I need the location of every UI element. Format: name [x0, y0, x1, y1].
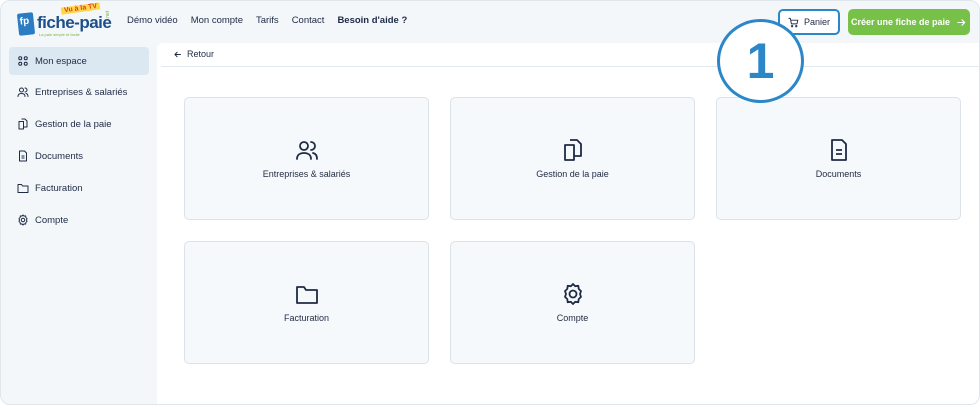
back-link[interactable]: Retour	[173, 49, 214, 59]
sidebar-item-documents[interactable]: Documents	[9, 142, 149, 170]
logo-tagline: La paie simple et facile	[39, 32, 80, 37]
logo[interactable]: fp fiche-paie Vu à la TV .net La paie si…	[16, 2, 112, 39]
nav-contact[interactable]: Contact	[292, 15, 325, 26]
sidebar-item-mon-espace[interactable]: Mon espace	[9, 47, 149, 75]
sidebar-item-label: Facturation	[35, 182, 83, 194]
back-label: Retour	[187, 49, 215, 59]
create-payslip-button[interactable]: Créer une fiche de paie	[848, 9, 970, 35]
card-label: Entreprises & salariés	[262, 169, 351, 179]
card-label: Facturation	[283, 313, 330, 323]
create-payslip-label: Créer une fiche de paie	[850, 17, 951, 27]
card-compte[interactable]: Compte	[450, 241, 695, 364]
documents-icon	[18, 118, 28, 130]
file-icon	[19, 150, 27, 162]
logo-suffix: .net	[105, 10, 112, 20]
sidebar-item-label: Compte	[35, 214, 69, 226]
sidebar-item-label: Documents	[35, 150, 84, 162]
gear-icon	[18, 214, 28, 226]
card-documents[interactable]: Documents	[716, 97, 961, 220]
sidebar-item-facturation[interactable]: Facturation	[9, 174, 149, 202]
sidebar-item-label: Entreprises & salariés	[35, 86, 128, 98]
sidebar-item-compte[interactable]: Compte	[9, 206, 149, 234]
card-label: Documents	[815, 169, 862, 179]
card-gestion-paie[interactable]: Gestion de la paie	[450, 97, 695, 220]
nav-tarifs[interactable]: Tarifs	[256, 15, 279, 26]
card-label: Compte	[556, 313, 589, 323]
arrow-right-icon	[957, 18, 966, 26]
cart-icon	[788, 17, 799, 27]
sidebar: Mon espace Entreprises & salariés Gestio…	[1, 43, 157, 404]
step-callout: 1	[717, 19, 804, 103]
sidebar-item-label: Mon espace	[35, 55, 87, 67]
documents-icon	[563, 139, 582, 161]
header-divider	[161, 66, 979, 67]
card-facturation[interactable]: Facturation	[184, 241, 429, 364]
logo-mark: fp	[16, 12, 36, 36]
card-entreprises[interactable]: Entreprises & salariés	[184, 97, 429, 220]
users-icon	[17, 87, 29, 97]
app-frame: fp fiche-paie Vu à la TV .net La paie si…	[0, 0, 980, 405]
folder-icon	[295, 286, 318, 304]
sidebar-item-entreprises[interactable]: Entreprises & salariés	[9, 78, 149, 106]
users-icon	[295, 141, 318, 160]
cart-label: Panier	[803, 17, 830, 27]
logo-brand: fiche-paie	[37, 13, 112, 32]
gear-icon	[563, 283, 582, 305]
card-label: Gestion de la paie	[536, 169, 609, 179]
grid-icon	[18, 56, 28, 66]
top-header: fp fiche-paie Vu à la TV .net La paie si…	[1, 1, 979, 103]
main-nav: Démo vidéo Mon compte Tarifs Contact Bes…	[127, 15, 407, 26]
main-content: Retour Entreprises & salariés Gestion de…	[157, 43, 979, 404]
nav-demo-video[interactable]: Démo vidéo	[127, 15, 178, 26]
sidebar-item-label: Gestion de la paie	[35, 118, 112, 130]
nav-mon-compte[interactable]: Mon compte	[191, 15, 243, 26]
arrow-left-icon	[174, 51, 181, 57]
sidebar-item-gestion-paie[interactable]: Gestion de la paie	[9, 110, 149, 138]
file-icon	[830, 139, 847, 161]
nav-besoin-aide[interactable]: Besoin d'aide ?	[337, 15, 407, 26]
folder-icon	[17, 184, 29, 193]
